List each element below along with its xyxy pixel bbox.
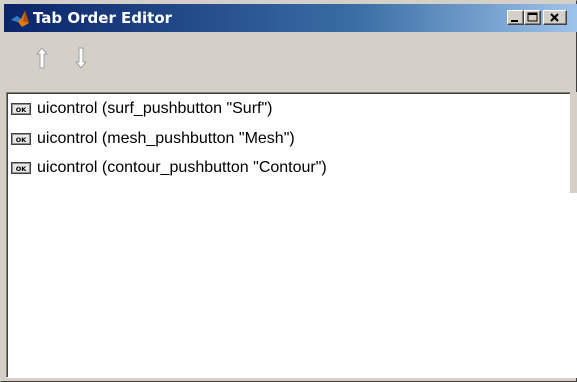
maximize-icon	[527, 12, 538, 22]
list-item-label: uicontrol (mesh_pushbutton "Mesh")	[37, 130, 295, 147]
close-button[interactable]	[543, 10, 567, 25]
list-item[interactable]: OK uicontrol (contour_pushbutton "Contou…	[11, 156, 327, 180]
tab-order-editor-window: Tab Order Editor OK uicontrol (surf_push…	[0, 0, 577, 382]
maximize-button[interactable]	[524, 10, 541, 25]
toolbar	[4, 34, 576, 90]
arrow-up-icon	[35, 47, 49, 69]
matlab-logo-icon	[11, 11, 29, 27]
list-item[interactable]: OK uicontrol (mesh_pushbutton "Mesh")	[11, 127, 295, 151]
svg-text:OK: OK	[16, 106, 28, 114]
title-bar[interactable]: Tab Order Editor	[4, 4, 577, 32]
list-item[interactable]: OK uicontrol (surf_pushbutton "Surf")	[11, 97, 272, 121]
list-item-label: uicontrol (surf_pushbutton "Surf")	[37, 100, 273, 117]
pushbutton-ok-icon: OK	[11, 133, 31, 145]
tab-order-list[interactable]: OK uicontrol (surf_pushbutton "Surf") OK…	[6, 92, 577, 378]
arrow-down-icon	[74, 47, 88, 69]
move-down-button[interactable]	[71, 44, 91, 72]
svg-text:OK: OK	[16, 165, 28, 173]
close-icon	[550, 13, 559, 22]
window-edge	[570, 92, 577, 193]
svg-text:OK: OK	[16, 136, 28, 144]
pushbutton-ok-icon: OK	[11, 162, 31, 174]
minimize-icon	[511, 20, 518, 22]
minimize-button[interactable]	[507, 10, 524, 25]
window-title: Tab Order Editor	[33, 9, 173, 27]
move-up-button[interactable]	[32, 44, 52, 72]
pushbutton-ok-icon: OK	[11, 103, 31, 115]
list-item-label: uicontrol (contour_pushbutton "Contour")	[37, 159, 327, 176]
